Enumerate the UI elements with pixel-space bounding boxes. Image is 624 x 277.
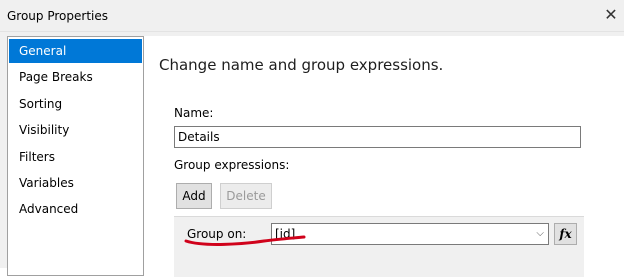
expression-button[interactable]: fx xyxy=(554,223,577,245)
sidebar-item-variables[interactable]: Variables xyxy=(9,171,142,195)
sidebar-item-sorting[interactable]: Sorting xyxy=(9,92,142,116)
title-divider xyxy=(0,31,624,32)
red-underline-annotation xyxy=(184,235,306,246)
sidebar-item-page-breaks[interactable]: Page Breaks xyxy=(9,65,142,89)
name-label: Name: xyxy=(174,106,214,120)
sidebar-item-advanced[interactable]: Advanced xyxy=(9,197,142,221)
cropped-text-fragment xyxy=(0,0,148,2)
sidebar-item-filters[interactable]: Filters xyxy=(9,145,142,169)
group-on-select[interactable]: [id] ⌵ xyxy=(271,223,549,245)
dialog-title: Group Properties xyxy=(7,9,108,23)
group-expressions-label: Group expressions: xyxy=(174,158,290,172)
close-icon[interactable]: ✕ xyxy=(600,4,622,26)
add-button[interactable]: Add xyxy=(176,183,212,209)
sidebar-item-general[interactable]: General xyxy=(9,39,142,63)
name-field[interactable]: Details xyxy=(174,126,581,148)
general-page: Change name and group expressions. Name:… xyxy=(144,36,624,277)
chevron-down-icon[interactable]: ⌵ xyxy=(536,224,544,244)
delete-button[interactable]: Delete xyxy=(220,183,272,209)
dialog-window: Group Properties ✕ General Page Breaks S… xyxy=(0,0,624,277)
sidebar: General Page Breaks Sorting Visibility F… xyxy=(7,36,144,276)
sidebar-item-visibility[interactable]: Visibility xyxy=(9,118,142,142)
page-heading: Change name and group expressions. xyxy=(159,56,444,74)
